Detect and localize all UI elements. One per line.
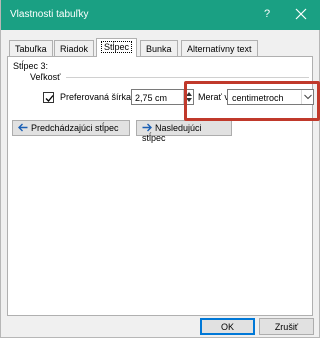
ok-button[interactable]: OK [200,318,255,335]
measure-in-select[interactable]: centimetroch [227,89,314,105]
column-tab-panel: Stĺpec 3: Veľkosť Preferovaná šírka: 2,7… [7,56,314,316]
arrow-left-icon [18,123,28,132]
tab-label: Alternatívny text [187,44,252,54]
group-divider [66,77,309,78]
column-section-label: Stĺpec 3: [13,61,49,71]
previous-column-button[interactable]: Predchádzajúci stĺpec [12,120,130,136]
tab-label: Stĺpec [100,41,133,53]
chevron-down-icon[interactable] [301,90,313,104]
window-title: Vlastnosti tabuľky [10,9,89,20]
tab-label: Tabuľka [15,44,47,54]
spin-down-icon[interactable] [186,98,192,102]
tab-cell[interactable]: Bunka [140,40,178,56]
tab-column[interactable]: Stĺpec [96,38,138,57]
tab-row[interactable]: Riadok [54,40,95,56]
close-icon[interactable] [294,7,308,21]
preferred-width-label: Preferovaná šírka: [60,92,134,102]
width-spinner[interactable] [183,90,193,104]
tab-alt-text[interactable]: Alternatívny text [181,40,258,56]
title-bar: Vlastnosti tabuľky ? [1,0,320,30]
preferred-width-value: 2,75 cm [135,93,168,103]
preferred-width-input[interactable]: 2,75 cm [131,89,194,105]
measure-in-value: centimetroch [232,93,284,103]
preferred-width-checkbox[interactable] [43,92,54,103]
cancel-button[interactable]: Zrušiť [259,318,314,335]
next-column-button[interactable]: Nasledujúci stĺpec [136,120,232,143]
tab-label: Riadok [60,44,89,54]
checkmark-icon [45,95,54,102]
tab-table[interactable]: Tabuľka [9,40,53,56]
size-group-label: Veľkosť [30,72,61,82]
help-button[interactable]: ? [264,8,270,20]
tab-label: Bunka [146,44,172,54]
previous-column-label: Predchádzajúci stĺpec [31,123,119,133]
spin-up-icon[interactable] [186,92,192,96]
arrow-right-icon [142,123,152,132]
table-properties-dialog: Vlastnosti tabuľky ? Tabuľka Riadok Stĺp… [0,0,320,338]
